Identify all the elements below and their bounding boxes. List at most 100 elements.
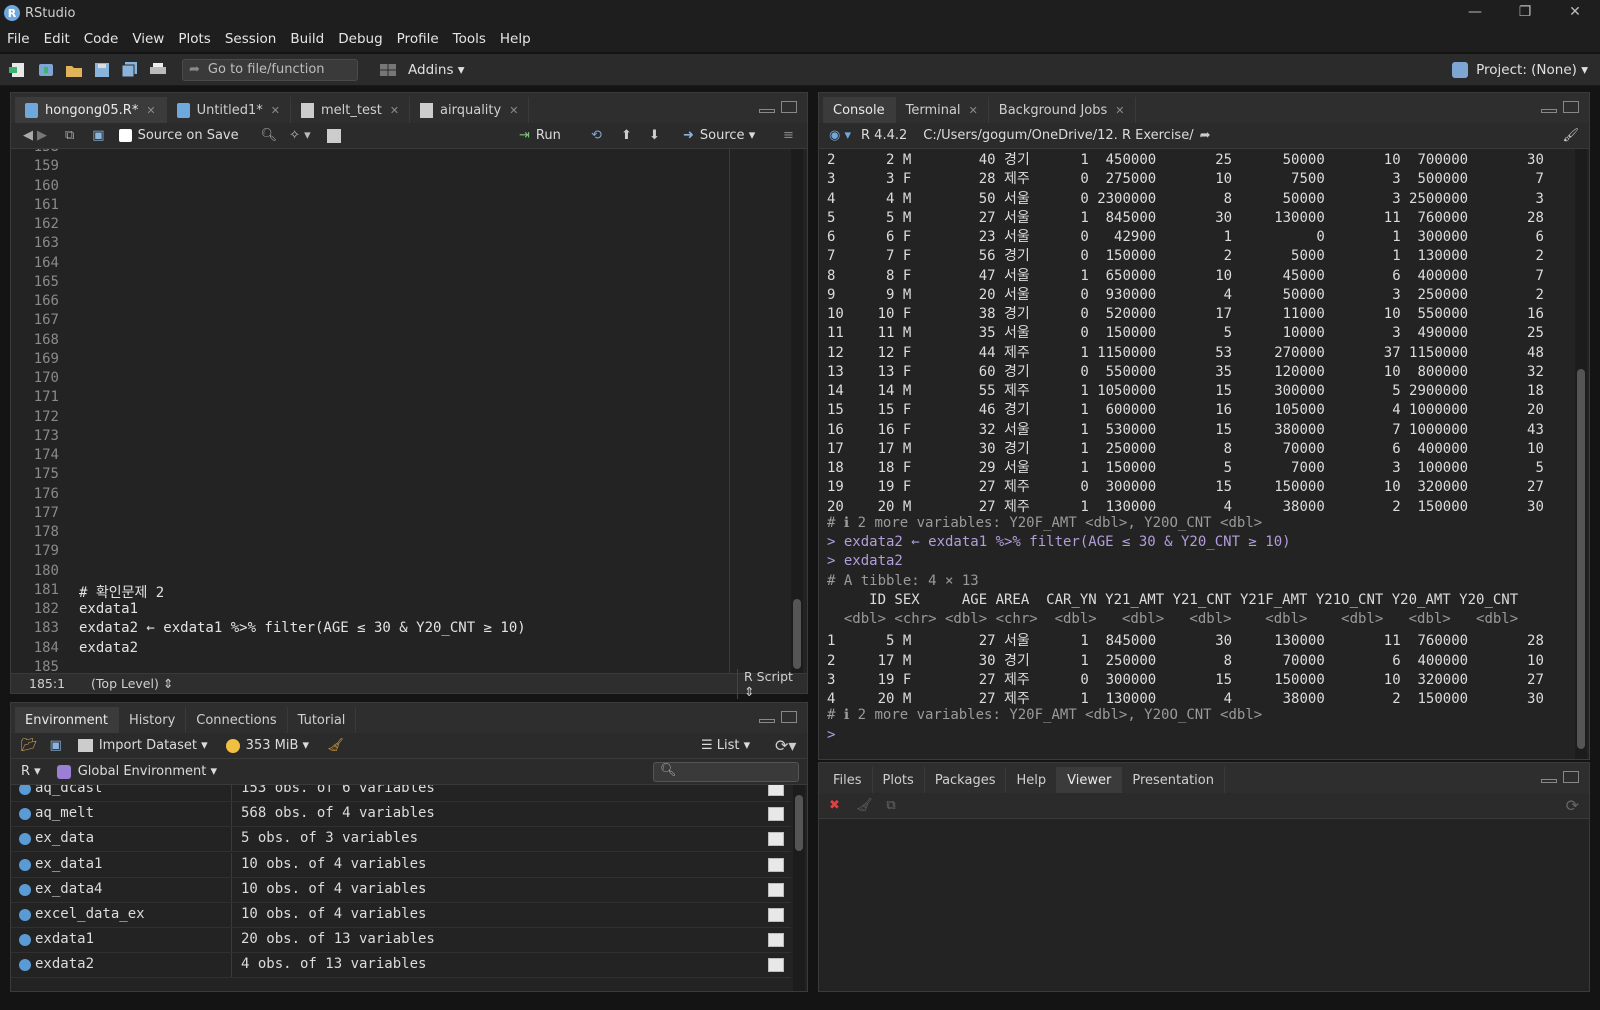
clear-console-icon[interactable]: 🖌︎: [1562, 128, 1579, 143]
source-button[interactable]: ➜ Source ▾: [683, 128, 755, 143]
run-button[interactable]: ⇥ Run: [519, 128, 561, 143]
maximize-pane-icon[interactable]: [1563, 101, 1579, 113]
addins-menu[interactable]: Addins ▾: [408, 62, 465, 78]
new-project-icon[interactable]: [36, 61, 56, 79]
tab-airquality[interactable]: airquality ✕: [410, 97, 530, 123]
tab-hongong05[interactable]: hongong05.R* ✕: [15, 97, 167, 123]
code-line[interactable]: 164: [11, 255, 807, 274]
environment-row[interactable]: ex_data 5 obs. of 3 variables: [11, 827, 791, 853]
expand-icon[interactable]: [19, 909, 31, 921]
code-line[interactable]: 160: [11, 178, 807, 197]
rerun-icon[interactable]: ⟲: [591, 128, 602, 143]
restore-button[interactable]: ❐: [1500, 0, 1550, 26]
refresh-icon[interactable]: ⟳▾: [775, 736, 796, 755]
tab-untitled1[interactable]: Untitled1* ✕: [167, 97, 291, 123]
menu-file[interactable]: File: [7, 31, 30, 47]
view-data-icon[interactable]: [768, 958, 784, 973]
import-dataset-button[interactable]: Import Dataset ▾: [77, 738, 208, 753]
file-type-selector[interactable]: R Script ⇕: [737, 668, 807, 699]
environment-row[interactable]: aq_melt 568 obs. of 4 variables: [11, 802, 791, 828]
save-all-icon[interactable]: [120, 61, 140, 79]
clear-viewer-broom-icon[interactable]: 🧹︎: [856, 798, 873, 813]
code-line[interactable]: 175: [11, 466, 807, 485]
project-menu[interactable]: Project: (None) ▾: [1452, 61, 1588, 78]
code-line[interactable]: 166: [11, 293, 807, 312]
code-line[interactable]: 170: [11, 370, 807, 389]
code-line[interactable]: 167: [11, 312, 807, 331]
editor-scrollbar[interactable]: [791, 149, 803, 673]
expand-icon[interactable]: [19, 934, 31, 947]
environment-search-input[interactable]: 🔍︎: [653, 761, 799, 782]
menu-help[interactable]: Help: [500, 31, 531, 47]
menu-code[interactable]: Code: [84, 31, 119, 47]
go-up-icon[interactable]: ⬆: [621, 128, 632, 143]
code-line[interactable]: 172: [11, 409, 807, 428]
expand-icon[interactable]: [19, 959, 31, 972]
environment-row[interactable]: excel_data_ex 10 obs. of 4 variables: [11, 903, 791, 928]
language-selector[interactable]: R ▾: [21, 764, 41, 779]
view-data-icon[interactable]: [768, 785, 784, 796]
compile-report-icon[interactable]: [326, 128, 341, 143]
environment-row[interactable]: exdata1 20 obs. of 13 variables: [11, 928, 791, 954]
expand-icon[interactable]: [19, 808, 31, 821]
code-line[interactable]: 181 # 확인문제 2: [11, 582, 807, 601]
save-file-icon[interactable]: ▣: [92, 128, 104, 143]
save-workspace-icon[interactable]: ▣: [50, 738, 62, 753]
tab-terminal[interactable]: Terminal ✕: [896, 97, 989, 123]
open-file-icon[interactable]: [64, 61, 84, 79]
maximize-pane-icon[interactable]: [781, 711, 797, 723]
code-line[interactable]: 158: [11, 149, 807, 158]
close-tab-icon[interactable]: ✕: [390, 104, 399, 117]
outline-icon[interactable]: ≡: [783, 128, 794, 143]
code-line[interactable]: 173: [11, 428, 807, 447]
menu-profile[interactable]: Profile: [397, 31, 439, 47]
minimize-pane-icon[interactable]: [1541, 109, 1557, 113]
tab-viewer[interactable]: Viewer: [1057, 767, 1123, 793]
code-line[interactable]: 171: [11, 389, 807, 408]
tab-help[interactable]: Help: [1006, 767, 1058, 793]
code-line[interactable]: 185: [11, 659, 807, 673]
tab-files[interactable]: Files: [823, 767, 873, 793]
memory-usage[interactable]: 353 MiB ▾: [225, 738, 309, 753]
code-line[interactable]: 184 exdata2: [11, 640, 807, 659]
environment-row[interactable]: ex_data1 10 obs. of 4 variables: [11, 852, 791, 878]
view-data-icon[interactable]: [768, 857, 784, 872]
close-window-button[interactable]: ✕: [1550, 0, 1600, 26]
code-tools-wand-icon[interactable]: ✧ ▾: [289, 128, 311, 143]
tab-history[interactable]: History: [119, 707, 187, 733]
tab-packages[interactable]: Packages: [925, 767, 1007, 793]
code-line[interactable]: 165: [11, 274, 807, 293]
close-tab-icon[interactable]: ✕: [146, 104, 155, 117]
go-down-icon[interactable]: ⬇: [649, 128, 660, 143]
show-in-window-icon[interactable]: ⧉: [886, 798, 895, 813]
scope-selector[interactable]: (Top Level) ⇕: [91, 676, 173, 691]
menu-debug[interactable]: Debug: [338, 31, 382, 47]
code-line[interactable]: 159: [11, 158, 807, 177]
load-workspace-icon[interactable]: 📂︎: [21, 738, 38, 753]
maximize-pane-icon[interactable]: [1563, 771, 1579, 783]
tab-presentation[interactable]: Presentation: [1122, 767, 1225, 793]
code-line[interactable]: 183 exdata2 ← exdata1 %>% filter(AGE ≤ 30…: [11, 620, 807, 639]
minimize-pane-icon[interactable]: [759, 719, 775, 723]
code-line[interactable]: 179: [11, 543, 807, 562]
remove-viewer-icon[interactable]: ✖: [829, 798, 840, 813]
view-data-icon[interactable]: [768, 807, 784, 822]
pane-layout-icon[interactable]: [378, 61, 398, 79]
expand-icon[interactable]: [19, 858, 31, 871]
tab-connections[interactable]: Connections: [186, 707, 288, 733]
environment-row[interactable]: aq_dcast 153 obs. of 6 variables: [11, 785, 791, 802]
tab-tutorial[interactable]: Tutorial: [288, 707, 357, 733]
code-line[interactable]: 178: [11, 524, 807, 543]
menu-view[interactable]: View: [132, 31, 164, 47]
print-icon[interactable]: [148, 61, 168, 79]
tab-background-jobs[interactable]: Background Jobs ✕: [989, 97, 1136, 123]
find-icon[interactable]: 🔍︎: [261, 128, 278, 143]
refresh-viewer-icon[interactable]: ⟳: [1566, 796, 1579, 815]
console-output[interactable]: 2 2 M 40 경기 1 450000 25 50000 10 700000 …: [819, 149, 1575, 759]
close-tab-icon[interactable]: ✕: [969, 104, 978, 117]
expand-icon[interactable]: [19, 883, 31, 896]
view-data-icon[interactable]: [768, 832, 784, 847]
minimize-button[interactable]: —: [1450, 0, 1500, 26]
go-to-file-input[interactable]: ➦ Go to file/function: [182, 58, 358, 81]
close-tab-icon[interactable]: ✕: [1115, 104, 1124, 117]
